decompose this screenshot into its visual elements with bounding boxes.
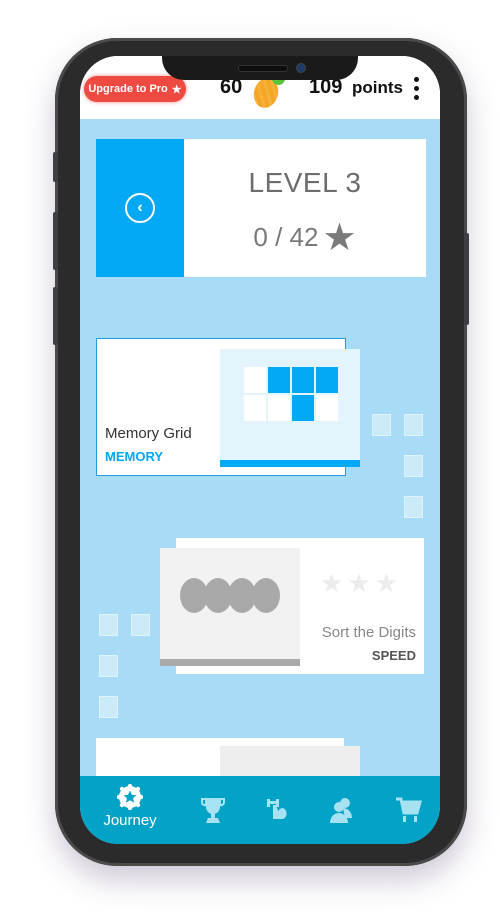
nav-friends[interactable] bbox=[313, 796, 373, 824]
digit-dots bbox=[180, 578, 280, 613]
game-category: SPEED bbox=[371, 648, 416, 663]
grid-cell bbox=[268, 367, 290, 393]
power-button bbox=[464, 233, 469, 325]
grid-cell bbox=[292, 367, 314, 393]
speaker bbox=[238, 65, 288, 72]
nav-workout[interactable] bbox=[248, 796, 308, 824]
progress-bar bbox=[220, 460, 360, 467]
game-category: MEMORY bbox=[105, 449, 164, 464]
memory-grid bbox=[244, 367, 338, 421]
digit-dot bbox=[252, 578, 280, 613]
path-dot bbox=[99, 614, 118, 636]
back-button[interactable]: ‹ bbox=[96, 139, 184, 277]
nav-journey[interactable]: Journey bbox=[100, 784, 160, 829]
workout-icon bbox=[267, 799, 287, 819]
volume-up-button bbox=[53, 212, 58, 270]
star-rating: ★★★ bbox=[320, 568, 402, 598]
nav-shop[interactable] bbox=[378, 796, 438, 824]
grid-cell bbox=[292, 395, 314, 421]
memory-grid-preview[interactable] bbox=[220, 349, 360, 467]
cart-icon bbox=[396, 797, 422, 822]
chevron-left-circle-icon: ‹ bbox=[125, 193, 155, 223]
level-progress-value: 0 / 42 bbox=[253, 222, 319, 252]
grid-cell bbox=[316, 367, 338, 393]
grid-cell bbox=[244, 395, 266, 421]
path-dot bbox=[99, 696, 118, 718]
nav-label: Journey bbox=[103, 812, 157, 829]
level-progress: 0 / 42 ★ bbox=[184, 215, 426, 260]
nav-trophies[interactable] bbox=[183, 796, 243, 824]
path-dot bbox=[99, 655, 118, 677]
upgrade-label: Upgrade to Pro bbox=[88, 83, 168, 95]
level-title: LEVEL 3 bbox=[248, 167, 362, 198]
grid-cell bbox=[268, 395, 290, 421]
star-icon: ★ bbox=[171, 83, 182, 96]
side-button bbox=[53, 152, 58, 182]
star-icon: ★ bbox=[322, 217, 357, 259]
notch bbox=[162, 56, 358, 80]
trophy-icon bbox=[201, 798, 225, 823]
camera bbox=[296, 63, 306, 73]
game-name: Memory Grid bbox=[105, 425, 192, 442]
progress-bar bbox=[160, 659, 300, 666]
bottom-nav: Journey bbox=[80, 776, 440, 844]
game-name: Sort the Digits bbox=[321, 624, 416, 641]
path-dot bbox=[372, 414, 391, 436]
path-dot bbox=[404, 455, 423, 477]
level-card: ‹ LEVEL 3 0 / 42 ★ bbox=[96, 139, 426, 277]
points-label: points bbox=[352, 78, 403, 97]
upgrade-button[interactable]: Upgrade to Pro ★ bbox=[84, 76, 186, 102]
screen: Upgrade to Pro ★ 60 + 109 points ‹ LEVEL… bbox=[80, 56, 440, 844]
more-vert-icon[interactable] bbox=[414, 77, 420, 100]
path-dot bbox=[404, 414, 423, 436]
journey-badge-icon bbox=[117, 784, 143, 810]
grid-cell bbox=[244, 367, 266, 393]
path-dot bbox=[404, 496, 423, 518]
sort-digits-preview[interactable] bbox=[160, 548, 300, 666]
path-dot bbox=[131, 614, 150, 636]
volume-down-button bbox=[53, 287, 58, 345]
friends-icon bbox=[330, 798, 352, 823]
grid-cell bbox=[316, 395, 338, 421]
